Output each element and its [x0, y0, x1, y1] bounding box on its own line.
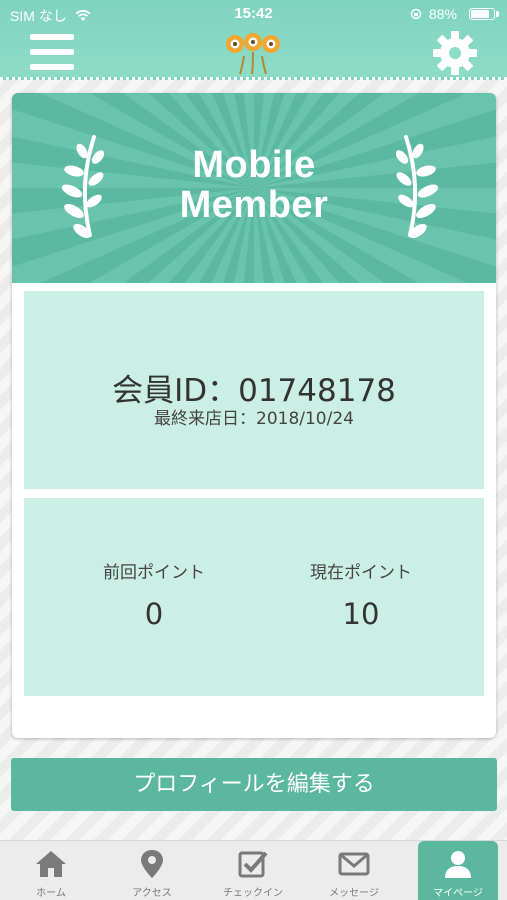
tab-mypage[interactable]: マイページ	[418, 841, 498, 900]
status-bar: SIM なし 15:42 88%	[0, 0, 507, 28]
tab-home[interactable]: ホーム	[1, 841, 101, 900]
character-logo	[226, 33, 280, 75]
envelope-icon	[338, 852, 370, 876]
location-pin-icon	[141, 850, 163, 878]
tab-access[interactable]: アクセス	[102, 841, 202, 900]
member-info-panel: 会員ID：01748178 最終来店日：2018/10/24	[24, 291, 484, 489]
bottom-tab-bar: ホーム アクセス チェックイン メッセージ マイページ	[0, 840, 507, 900]
laurel-right-icon	[396, 135, 439, 239]
previous-points-value: 0	[144, 597, 164, 631]
member-card-banner: Mobile Member	[12, 93, 496, 283]
previous-points: 前回ポイント 0	[54, 558, 254, 631]
hamburger-menu-icon[interactable]	[30, 34, 74, 70]
battery-percentage: 88%	[428, 6, 457, 22]
gear-icon[interactable]	[432, 30, 478, 76]
user-icon	[445, 851, 471, 878]
points-panel: 前回ポイント 0 現在ポイント 10	[24, 498, 484, 696]
battery-icon	[469, 8, 495, 20]
last-visit-date: 最終来店日：2018/10/24	[154, 409, 354, 429]
app-header: SIM なし 15:42 88%	[0, 0, 507, 80]
previous-points-label: 前回ポイント	[103, 563, 205, 583]
edit-profile-button[interactable]: プロフィールを編集する	[11, 758, 497, 811]
member-card: Mobile Member 会員ID：01748178 最終来店日：2018/1…	[12, 93, 496, 738]
home-icon	[36, 851, 66, 877]
checkbox-icon	[238, 851, 268, 878]
battery-level	[471, 10, 490, 18]
orientation-lock-icon	[410, 8, 422, 20]
current-points-label: 現在ポイント	[310, 563, 412, 583]
current-points-value: 10	[342, 597, 380, 631]
tab-checkin[interactable]: チェックイン	[203, 841, 303, 900]
current-points: 現在ポイント 10	[261, 558, 461, 631]
tab-messages[interactable]: メッセージ	[304, 841, 404, 900]
